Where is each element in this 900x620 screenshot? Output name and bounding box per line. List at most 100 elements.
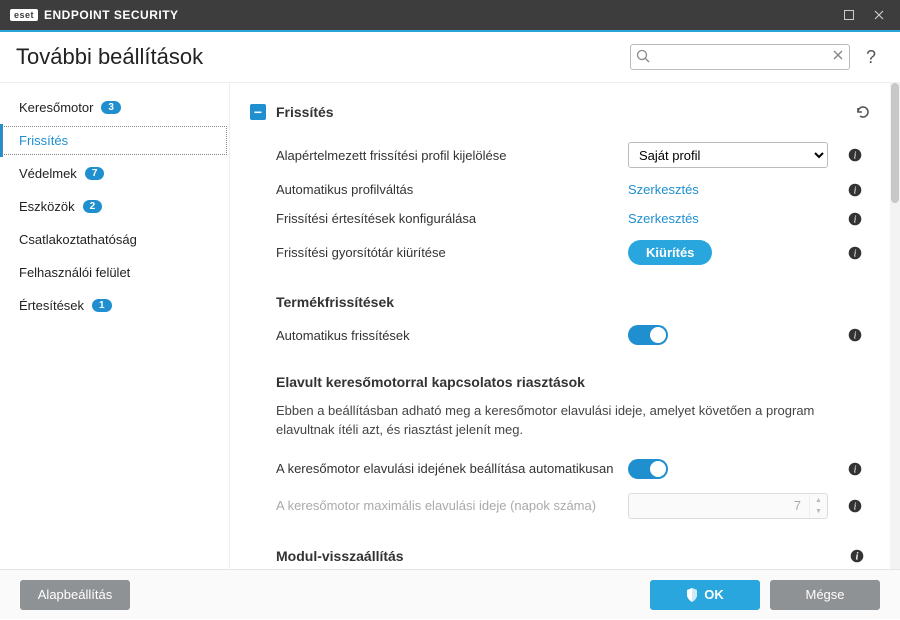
info-button[interactable]: i — [848, 183, 872, 197]
row-auto-profile: Automatikus profilváltás Szerkesztés i — [250, 175, 872, 204]
info-button[interactable]: i — [848, 328, 872, 342]
svg-text:i: i — [854, 464, 857, 475]
info-button[interactable]: i — [848, 499, 872, 513]
sidebar-item-notifications[interactable]: Értesítések 1 — [0, 289, 229, 322]
sidebar-item-label: Eszközök — [19, 199, 75, 214]
label-auto-updates: Automatikus frissítések — [276, 328, 618, 343]
row-max-age: A keresőmotor maximális elavulási ideje … — [250, 486, 872, 526]
undo-icon — [854, 103, 872, 121]
scrollbar-track[interactable] — [890, 83, 900, 569]
svg-text:i: i — [854, 501, 857, 512]
info-icon: i — [848, 183, 862, 197]
brand-badge: eset — [10, 9, 38, 21]
svg-text:i: i — [854, 214, 857, 225]
svg-text:i: i — [854, 248, 857, 259]
window-maximize-button[interactable] — [834, 0, 864, 30]
page-header: További beállítások ? — [0, 32, 900, 83]
sidebar-item-label: Felhasználói felület — [19, 265, 130, 280]
label-auto-profile: Automatikus profilváltás — [276, 182, 618, 197]
footer: Alapbeállítás OK Mégse — [0, 569, 900, 619]
sidebar-item-ui[interactable]: Felhasználói felület — [0, 256, 229, 289]
sidebar-badge: 1 — [92, 299, 112, 312]
default-profile-select[interactable]: Saját profil — [628, 142, 828, 168]
info-icon: i — [848, 499, 862, 513]
sidebar-item-protections[interactable]: Védelmek 7 — [0, 157, 229, 190]
square-icon — [844, 10, 854, 20]
close-icon — [874, 10, 884, 20]
row-default-profile: Alapértelmezett frissítési profil kijelö… — [250, 135, 872, 175]
svg-text:i: i — [854, 151, 857, 162]
title-bar: eset ENDPOINT SECURITY — [0, 0, 900, 30]
label-auto-set-age: A keresőmotor elavulási idejének beállít… — [276, 461, 618, 476]
collapse-toggle[interactable]: − — [250, 104, 266, 120]
help-button[interactable]: ? — [862, 47, 880, 68]
label-max-age: A keresőmotor maximális elavulási ideje … — [276, 498, 618, 513]
defaults-button[interactable]: Alapbeállítás — [20, 580, 130, 610]
svg-text:i: i — [854, 185, 857, 196]
sidebar-badge: 3 — [101, 101, 121, 114]
sidebar-item-label: Keresőmotor — [19, 100, 93, 115]
edit-auto-profile-link[interactable]: Szerkesztés — [628, 182, 699, 197]
minus-icon: − — [254, 105, 262, 119]
info-button[interactable]: i — [848, 246, 872, 260]
label-notifications: Frissítési értesítések konfigurálása — [276, 211, 618, 226]
app-brand: eset ENDPOINT SECURITY — [10, 8, 179, 22]
scrollbar-thumb[interactable] — [891, 83, 899, 203]
max-age-spinner: 7 ▲ ▼ — [628, 493, 828, 519]
auto-updates-toggle[interactable] — [628, 325, 668, 345]
sidebar-item-connectivity[interactable]: Csatlakoztathatóság — [0, 223, 229, 256]
sidebar-item-label: Frissítés — [19, 133, 68, 148]
label-default-profile: Alapértelmezett frissítési profil kijelö… — [276, 148, 618, 163]
sidebar-item-label: Védelmek — [19, 166, 77, 181]
info-icon: i — [848, 462, 862, 476]
sidebar-item-detection-engine[interactable]: Keresőmotor 3 — [0, 91, 229, 124]
info-button[interactable]: i — [848, 462, 872, 476]
subheading-outdated-alerts: Elavult keresőmotorral kapcsolatos riasz… — [250, 352, 872, 398]
cancel-button[interactable]: Mégse — [770, 580, 880, 610]
brand-text: ENDPOINT SECURITY — [44, 8, 179, 22]
row-auto-updates: Automatikus frissítések i — [250, 318, 872, 352]
edit-notifications-link[interactable]: Szerkesztés — [628, 211, 699, 226]
sidebar-item-update[interactable]: Frissítés — [0, 124, 229, 157]
info-icon: i — [848, 212, 862, 226]
svg-text:i: i — [856, 551, 859, 562]
outdated-description: Ebben a beállításban adható meg a kereső… — [250, 398, 872, 452]
sidebar-badge: 7 — [85, 167, 105, 180]
undo-button[interactable] — [854, 103, 872, 121]
label-clear-cache: Frissítési gyorsítótár kiürítése — [276, 245, 618, 260]
info-button[interactable]: i — [848, 212, 872, 226]
window-close-button[interactable] — [864, 0, 894, 30]
ok-button[interactable]: OK — [650, 580, 760, 610]
search-icon — [636, 49, 650, 63]
shield-icon — [686, 588, 698, 602]
max-age-value: 7 — [629, 498, 809, 513]
search-clear-button[interactable] — [832, 49, 844, 61]
module-reset-label: Modul-visszaállítás — [276, 548, 850, 564]
info-icon: i — [848, 328, 862, 342]
info-button[interactable]: i — [850, 549, 872, 563]
svg-text:i: i — [854, 331, 857, 342]
page-title: További beállítások — [16, 44, 618, 70]
clear-cache-button[interactable]: Kiürítés — [628, 240, 712, 265]
sidebar-badge: 2 — [83, 200, 103, 213]
spinner-down[interactable]: ▼ — [810, 506, 827, 517]
info-icon: i — [850, 549, 864, 563]
info-icon: i — [848, 148, 862, 162]
sidebar: Keresőmotor 3 Frissítés Védelmek 7 Eszkö… — [0, 83, 230, 569]
subheading-module-reset: Modul-visszaállítás i — [250, 526, 872, 569]
sidebar-item-label: Értesítések — [19, 298, 84, 313]
row-auto-set-age: A keresőmotor elavulási idejének beállít… — [250, 452, 872, 486]
search-input[interactable] — [630, 44, 850, 70]
spinner-up[interactable]: ▲ — [810, 495, 827, 506]
sidebar-item-tools[interactable]: Eszközök 2 — [0, 190, 229, 223]
section-title-update: Frissítés — [276, 104, 844, 120]
row-notifications: Frissítési értesítések konfigurálása Sze… — [250, 204, 872, 233]
row-clear-cache: Frissítési gyorsítótár kiürítése Kiüríté… — [250, 233, 872, 272]
sidebar-item-label: Csatlakoztathatóság — [19, 232, 137, 247]
subheading-product-updates: Termékfrissítések — [250, 272, 872, 318]
search-box — [630, 44, 850, 70]
info-icon: i — [848, 246, 862, 260]
auto-set-age-toggle[interactable] — [628, 459, 668, 479]
info-button[interactable]: i — [848, 148, 872, 162]
x-icon — [832, 49, 844, 61]
